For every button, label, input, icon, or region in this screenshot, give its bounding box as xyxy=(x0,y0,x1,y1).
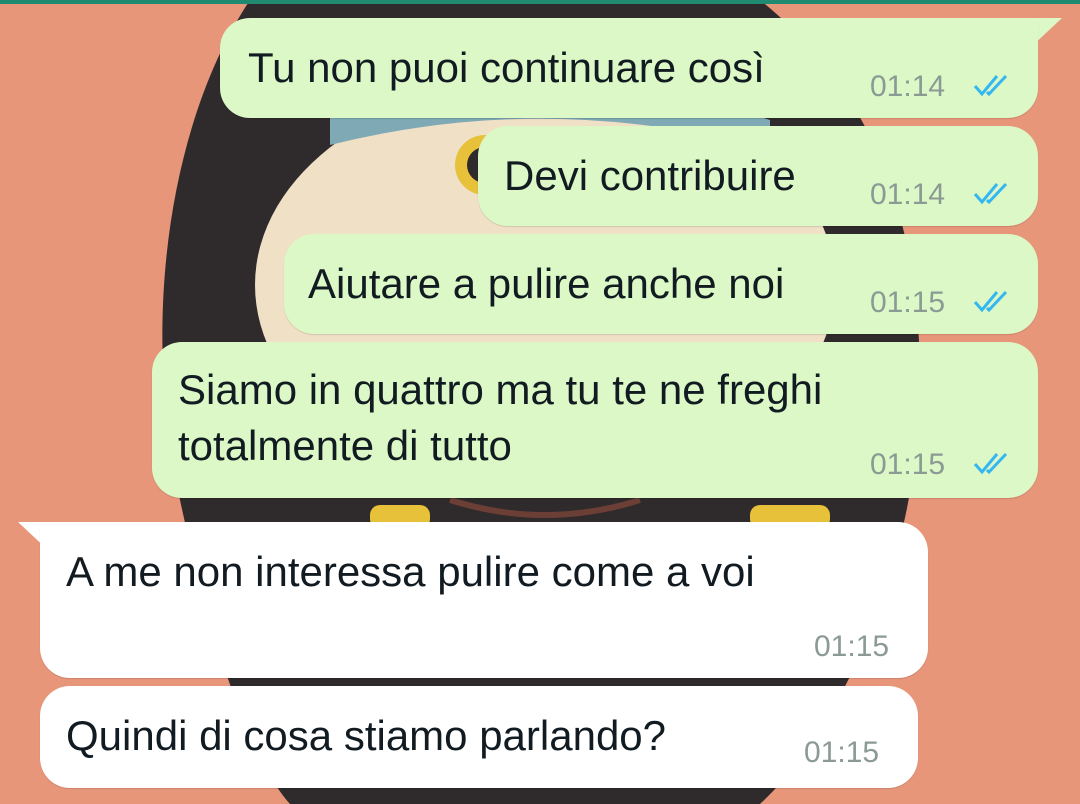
outgoing-message-bubble[interactable]: Aiutare a pulire anche noi 01:15 xyxy=(284,234,1038,334)
message-text-line-1: Siamo in quattro ma tu te ne freghi xyxy=(178,366,823,413)
message-time: 01:15 xyxy=(814,630,890,663)
double-check-icon xyxy=(973,182,1008,205)
message-text-line-2: totalmente di tutto xyxy=(178,422,512,469)
outgoing-message-bubble[interactable]: Devi contribuire 01:14 xyxy=(478,126,1038,226)
message-text: A me non interessa pulire come a voi xyxy=(66,548,755,595)
double-check-icon xyxy=(973,290,1008,313)
message-time: 01:14 xyxy=(870,70,946,103)
message-text: Quindi di cosa stiamo parlando? xyxy=(66,712,667,759)
double-check-icon xyxy=(973,74,1008,97)
message-time: 01:15 xyxy=(804,736,880,769)
outgoing-message-bubble[interactable]: Tu non puoi continuare così 01:14 xyxy=(220,18,1038,118)
incoming-message-bubble[interactable]: Quindi di cosa stiamo parlando? 01:15 xyxy=(40,686,918,788)
outgoing-message-bubble[interactable]: Siamo in quattro ma tu te ne freghi tota… xyxy=(152,342,1038,498)
message-time: 01:15 xyxy=(870,448,946,481)
message-time: 01:14 xyxy=(870,178,946,211)
message-time: 01:15 xyxy=(870,286,946,319)
status-strip xyxy=(0,0,1080,4)
incoming-message-bubble[interactable]: A me non interessa pulire come a voi 01:… xyxy=(40,522,928,678)
double-check-icon xyxy=(973,452,1008,475)
message-text: Devi contribuire xyxy=(504,152,796,199)
message-text: Tu non puoi continuare così xyxy=(248,44,765,91)
message-text: Aiutare a pulire anche noi xyxy=(308,260,785,307)
